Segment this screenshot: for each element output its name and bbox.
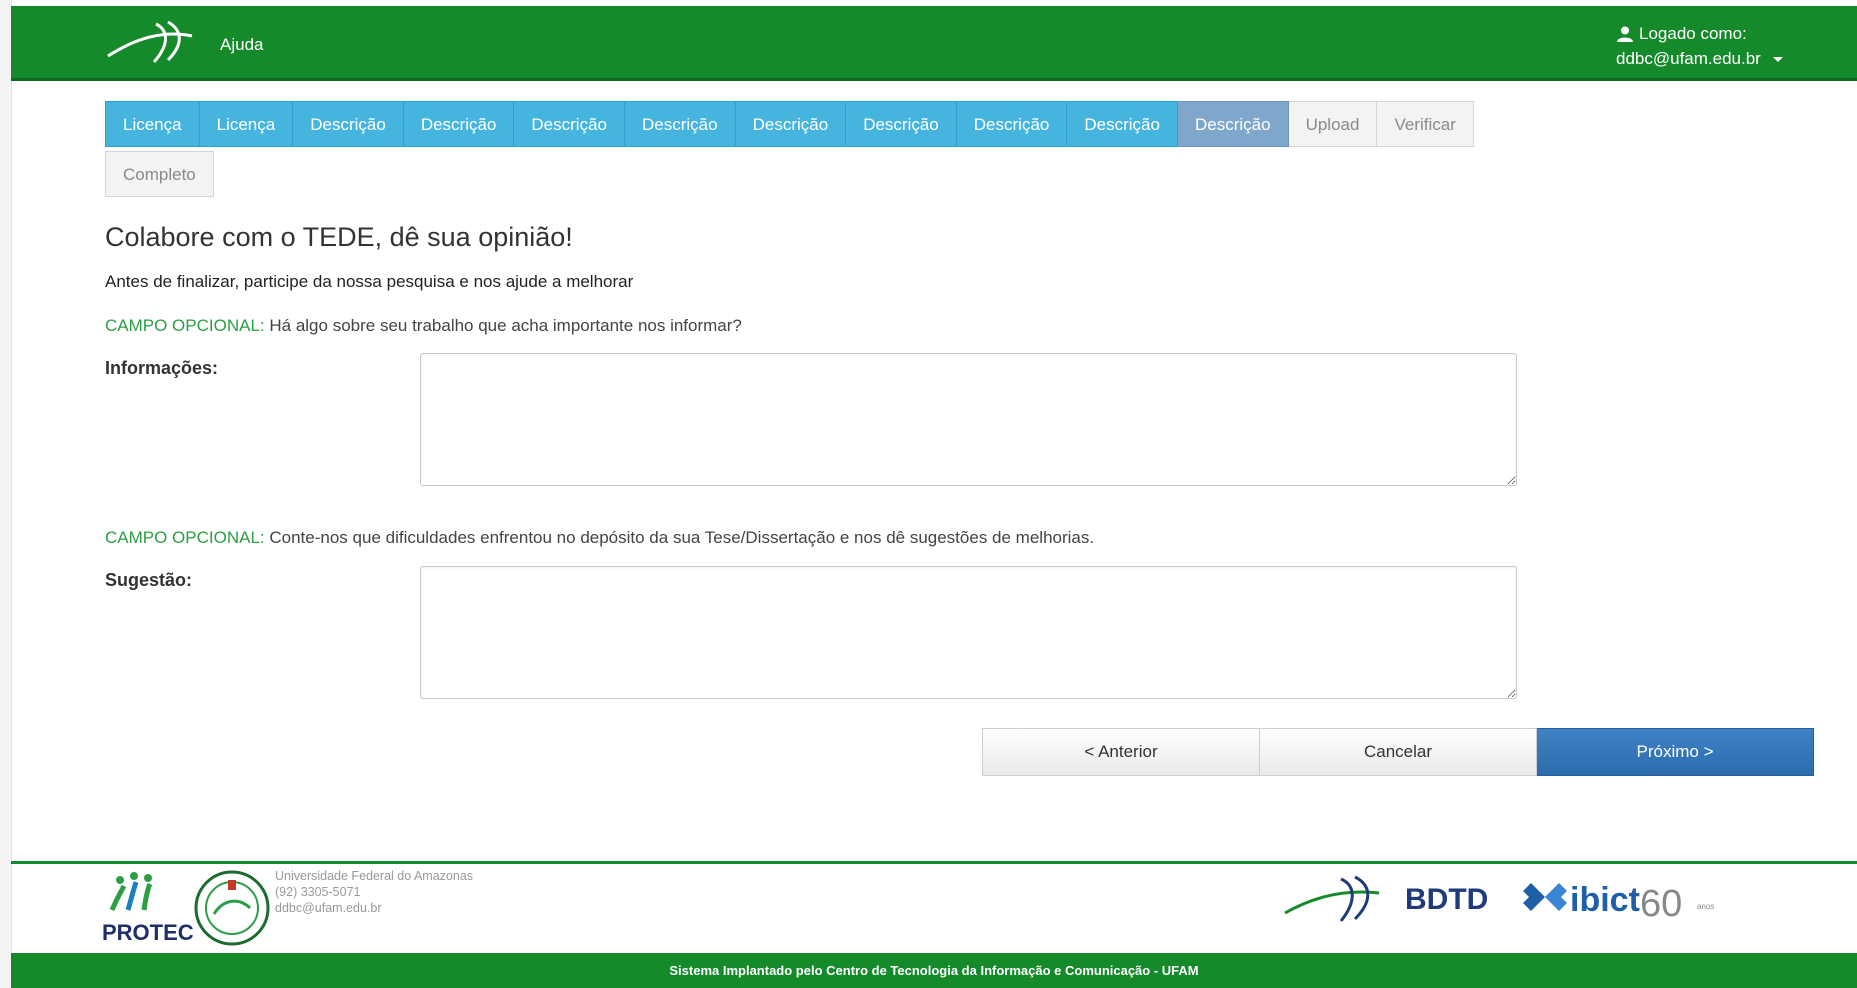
optional-tag: CAMPO OPCIONAL: [105, 316, 265, 335]
tab-descricao[interactable]: Descrição [403, 101, 515, 147]
bdtd-logo-text: BDTD [1405, 883, 1488, 916]
footer-logos-left: PROTEC [102, 868, 270, 953]
tab-descricao[interactable]: Descrição [956, 101, 1068, 147]
protec-logo-text: PROTEC [102, 920, 194, 945]
tab-licenca[interactable]: Licença [199, 101, 294, 147]
ibict-anos-text: anos [1697, 902, 1714, 911]
tede-swoosh-logo-icon[interactable] [106, 20, 196, 66]
user-email: ddbc@ufam.edu.br [1616, 49, 1761, 68]
question-1-prompt: Há algo sobre seu trabalho que acha impo… [269, 316, 742, 335]
tab-completo: Completo [105, 151, 214, 197]
question-1-text: CAMPO OPCIONAL: Há algo sobre seu trabal… [105, 316, 742, 336]
previous-button[interactable]: < Anterior [982, 728, 1260, 776]
protec-ufam-logos: PROTEC [102, 870, 270, 946]
left-edge-strip [0, 0, 12, 988]
ibict-logo-text: ibict [1570, 881, 1640, 919]
submission-progress-tabs: Licença Licença Descrição Descrição Desc… [105, 101, 1745, 197]
caret-down-icon [1772, 57, 1783, 63]
protec-logo-icon: PROTEC [102, 872, 194, 945]
tab-verificar: Verificar [1377, 101, 1474, 147]
footer-contact: Universidade Federal do Amazonas (92) 33… [275, 868, 473, 916]
user-icon [1617, 26, 1633, 42]
contact-email: ddbc@ufam.edu.br [275, 901, 382, 915]
tab-descricao-current[interactable]: Descrição [1177, 101, 1289, 147]
ufam-seal-icon [194, 870, 270, 946]
informacoes-textarea[interactable] [420, 353, 1517, 486]
tede-logo-icon [1284, 875, 1380, 922]
help-link[interactable]: Ajuda [220, 35, 263, 55]
tab-licenca[interactable]: Licença [105, 101, 200, 147]
tab-descricao[interactable]: Descrição [735, 101, 847, 147]
tab-descricao[interactable]: Descrição [293, 101, 404, 147]
tab-descricao[interactable]: Descrição [846, 101, 957, 147]
bottom-credit-bar: Sistema Implantado pelo Centro de Tecnol… [11, 953, 1857, 988]
question-2-text: CAMPO OPCIONAL: Conte-nos que dificuldad… [105, 528, 1094, 548]
cancel-button[interactable]: Cancelar [1260, 728, 1537, 776]
next-button[interactable]: Próximo > [1537, 728, 1814, 776]
sugestao-label: Sugestão: [105, 570, 193, 590]
navigation-buttons: < Anterior Cancelar Próximo > [982, 728, 1814, 776]
tab-descricao[interactable]: Descrição [1067, 101, 1178, 147]
footer-logos-right: BDTD ibict 60 anos [1283, 869, 1753, 934]
tab-descricao[interactable]: Descrição [625, 101, 736, 147]
top-navbar: Ajuda Logado como: ddbc@ufam.edu.br [11, 6, 1857, 81]
logged-as-label: Logado como: [1639, 24, 1747, 43]
page-title: Colabore com o TEDE, dê sua opinião! [105, 222, 573, 252]
ibict-60-text: 60 [1640, 883, 1682, 925]
footer-divider [11, 861, 1857, 864]
university-name: Universidade Federal do Amazonas [275, 869, 474, 883]
contact-phone: (92) 3305-5071 [275, 885, 361, 899]
tab-upload: Upload [1288, 101, 1378, 147]
tab-descricao[interactable]: Descrição [514, 101, 625, 147]
partner-logos: BDTD ibict 60 anos [1284, 875, 1714, 925]
user-menu[interactable]: Logado como: ddbc@ufam.edu.br [1616, 21, 1783, 71]
survey-intro: Antes de finalizar, participe da nossa p… [105, 272, 634, 291]
question-2-prompt: Conte-nos que dificuldades enfrentou no … [269, 528, 1095, 547]
sugestao-textarea[interactable] [420, 566, 1517, 699]
ibict-logo-icon [1523, 883, 1567, 911]
optional-tag: CAMPO OPCIONAL: [105, 528, 265, 547]
informacoes-label: Informações: [105, 358, 219, 378]
